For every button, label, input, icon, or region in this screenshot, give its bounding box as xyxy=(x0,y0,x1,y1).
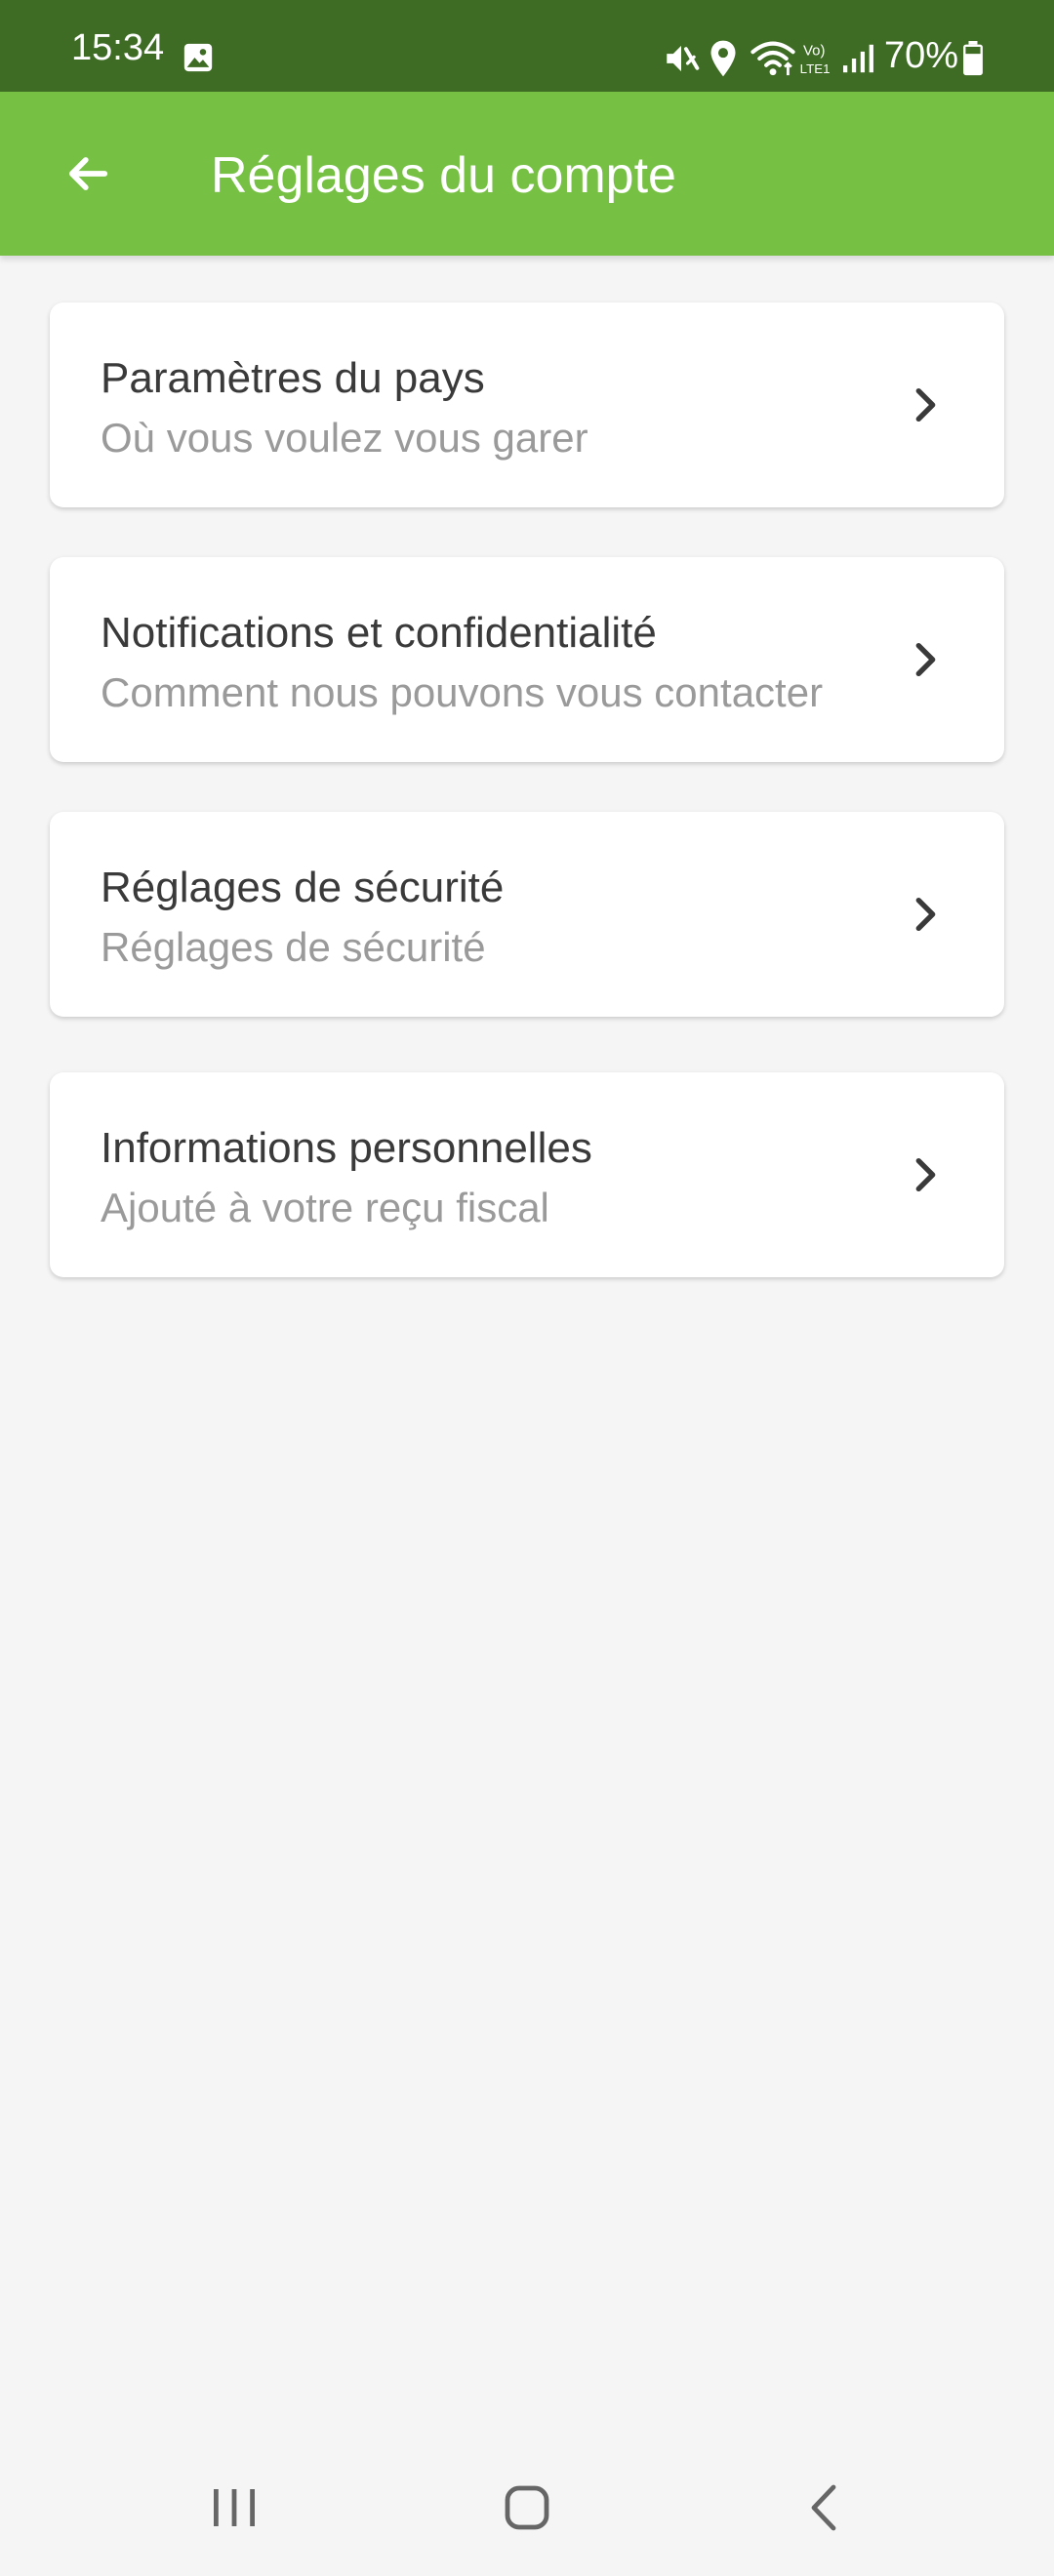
item-subtitle: Réglages de sécurité xyxy=(101,924,486,970)
chevron-right-icon xyxy=(915,1157,936,1192)
status-time: 15:34 xyxy=(71,27,165,68)
chevron-right-icon xyxy=(915,897,936,932)
security-settings-item[interactable]: Réglages de sécurité Réglages de sécurit… xyxy=(50,812,1004,1017)
item-subtitle: Comment nous pouvons vous contacter xyxy=(101,669,824,715)
back-icon xyxy=(811,2484,836,2531)
svg-text:LTE1: LTE1 xyxy=(800,61,831,76)
home-icon xyxy=(505,2485,549,2530)
home-button[interactable] xyxy=(468,2459,586,2556)
battery-icon xyxy=(963,41,983,76)
status-bar: 15:34 Vo) LTE1 70% xyxy=(0,0,1054,92)
battery-percentage: 70% xyxy=(884,35,959,76)
item-title: Informations personnelles xyxy=(101,1124,592,1172)
item-title: Réglages de sécurité xyxy=(101,864,505,911)
notifications-privacy-item[interactable]: Notifications et confidentialité Comment… xyxy=(50,557,1004,762)
country-settings-item[interactable]: Paramètres du pays Où vous voulez vous g… xyxy=(50,302,1004,507)
recent-apps-icon xyxy=(214,2489,255,2526)
nav-back-button[interactable] xyxy=(765,2459,882,2556)
wifi-icon xyxy=(750,41,795,76)
svg-text:Vo): Vo) xyxy=(803,43,826,60)
app-bar: Réglages du compte xyxy=(0,92,1054,256)
recent-apps-button[interactable] xyxy=(176,2459,293,2556)
item-title: Notifications et confidentialité xyxy=(101,609,657,657)
personal-info-item[interactable]: Informations personnelles Ajouté à votre… xyxy=(50,1072,1004,1277)
volte-icon: Vo) LTE1 xyxy=(800,43,831,76)
chevron-right-icon xyxy=(915,387,936,423)
page-title: Réglages du compte xyxy=(211,147,676,204)
item-title: Paramètres du pays xyxy=(101,354,485,402)
signal-icon xyxy=(843,44,873,73)
arrow-left-icon xyxy=(68,157,108,190)
chevron-right-icon xyxy=(915,642,936,677)
system-nav-bar xyxy=(0,2439,1054,2576)
location-icon xyxy=(710,40,736,77)
item-subtitle: Ajouté à votre reçu fiscal xyxy=(101,1185,549,1230)
back-button[interactable] xyxy=(39,125,137,222)
item-subtitle: Où vous voulez vous garer xyxy=(101,415,588,461)
mute-icon xyxy=(667,45,700,72)
image-icon xyxy=(183,43,213,72)
